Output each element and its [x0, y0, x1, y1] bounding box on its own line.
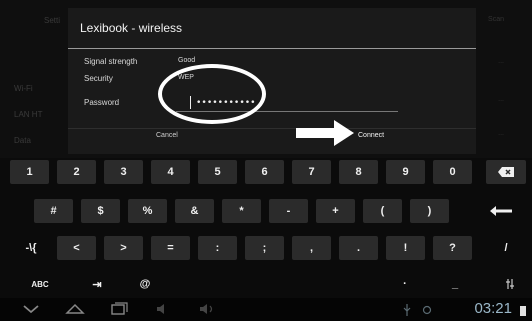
security-label: Security [84, 74, 113, 83]
button-divider [68, 128, 476, 129]
signal-icon [422, 305, 432, 315]
key-period[interactable]: . [339, 236, 378, 260]
key-asterisk[interactable]: * [222, 199, 261, 223]
key-exclamation[interactable]: ! [386, 236, 425, 260]
signal-strength-value: Good [178, 57, 196, 64]
home-icon[interactable] [62, 301, 88, 317]
title-divider [68, 48, 476, 49]
key-semicolon[interactable]: ; [245, 236, 284, 260]
bg-settings-label: Setti [44, 16, 61, 25]
onscreen-keyboard: 1 2 3 4 5 6 7 8 9 0 # $ % & * - + ( ) -\… [0, 158, 532, 298]
key-slash[interactable]: / [486, 236, 526, 260]
dialog-title: Lexibook - wireless [80, 21, 183, 35]
key-8[interactable]: 8 [339, 160, 378, 184]
key-hash[interactable]: # [34, 199, 73, 223]
background-settings-list: Setti Wi-Fi LAN HT Data [0, 0, 70, 160]
key-1[interactable]: 1 [10, 160, 49, 184]
key-greater-than[interactable]: > [104, 236, 143, 260]
key-plus[interactable]: + [316, 199, 355, 223]
backspace-icon [498, 167, 514, 177]
annotation-circle [158, 64, 266, 124]
key-question[interactable]: ? [433, 236, 472, 260]
hide-keyboard-icon[interactable] [18, 301, 44, 317]
screen: Setti Wi-Fi LAN HT Data Scan ... ... ...… [0, 0, 532, 321]
clock-time: 03:21 [474, 300, 512, 317]
key-4[interactable]: 4 [151, 160, 190, 184]
key-7[interactable]: 7 [292, 160, 331, 184]
keyboard-settings-icon [506, 279, 514, 289]
bg-scan-label: Scan [488, 16, 504, 23]
key-comma[interactable]: , [292, 236, 331, 260]
key-percent[interactable]: % [128, 199, 167, 223]
connect-button[interactable]: Connect [358, 132, 384, 139]
system-nav-bar: 03:21 [0, 298, 532, 321]
key-open-paren[interactable]: ( [363, 199, 402, 223]
bg-item: ... [498, 58, 504, 65]
key-ampersand[interactable]: & [175, 199, 214, 223]
key-dollar[interactable]: $ [81, 199, 120, 223]
enter-icon [490, 206, 512, 216]
key-close-paren[interactable]: ) [410, 199, 449, 223]
enter-key[interactable] [476, 199, 526, 223]
background-actions: Scan ... ... ... [472, 0, 532, 160]
settings-key[interactable] [496, 272, 526, 296]
bg-item: ... [498, 130, 504, 137]
volume-down-icon[interactable] [150, 301, 176, 317]
bg-data-label: Data [14, 136, 31, 145]
key-5[interactable]: 5 [198, 160, 237, 184]
annotation-arrow-icon [296, 120, 354, 146]
key-3[interactable]: 3 [104, 160, 143, 184]
key-dot-small[interactable]: · [390, 272, 420, 296]
volume-up-icon[interactable] [194, 301, 220, 317]
bg-lan-label: LAN HT [14, 110, 43, 119]
key-6[interactable]: 6 [245, 160, 284, 184]
tab-key[interactable]: ⇥ [80, 272, 114, 296]
usb-icon [403, 304, 411, 316]
key-shift-symbols[interactable]: -\{ [14, 236, 48, 260]
key-less-than[interactable]: < [57, 236, 96, 260]
key-2[interactable]: 2 [57, 160, 96, 184]
signal-strength-label: Signal strength [84, 57, 138, 66]
key-underscore[interactable]: _ [440, 272, 470, 296]
recent-apps-icon[interactable] [106, 301, 132, 317]
key-colon[interactable]: : [198, 236, 237, 260]
abc-key[interactable]: ABC [18, 272, 62, 296]
bg-item: ... [498, 96, 504, 103]
key-minus[interactable]: - [269, 199, 308, 223]
wifi-connect-dialog: Lexibook - wireless Signal strength Good… [68, 8, 476, 154]
battery-icon [520, 306, 526, 316]
key-0[interactable]: 0 [433, 160, 472, 184]
at-key[interactable]: @ [128, 272, 162, 296]
password-label: Password [84, 98, 120, 107]
cancel-button[interactable]: Cancel [156, 132, 178, 139]
bg-wifi-label: Wi-Fi [14, 84, 33, 93]
key-equals[interactable]: = [151, 236, 190, 260]
key-9[interactable]: 9 [386, 160, 425, 184]
backspace-key[interactable] [486, 160, 526, 184]
